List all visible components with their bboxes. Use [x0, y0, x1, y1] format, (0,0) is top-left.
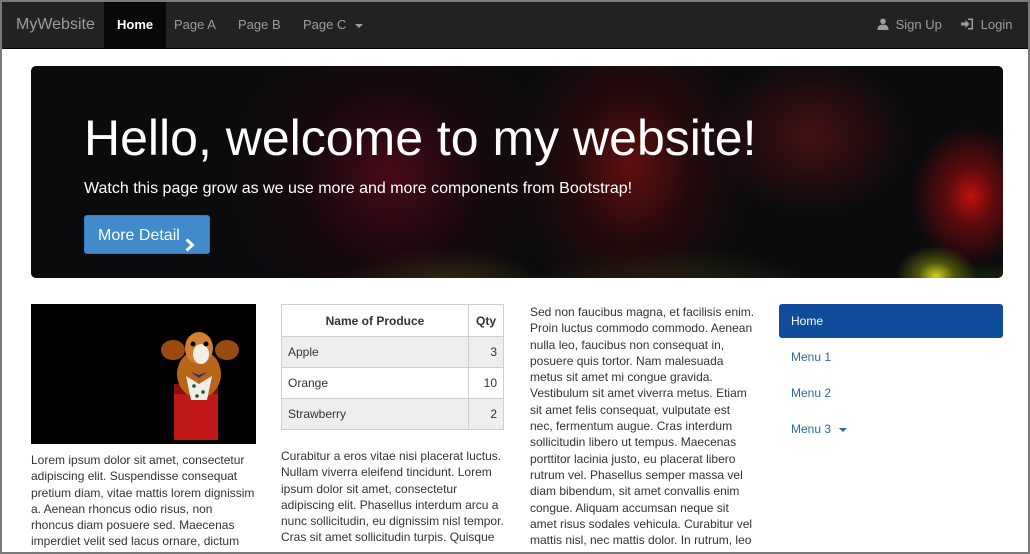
navbar: MyWebsite Home Page A Page B Page C Sign…	[2, 2, 1028, 49]
side-menu-item-menu-3[interactable]: Menu 3	[779, 412, 1003, 446]
nav-item-label: Page C	[303, 17, 347, 32]
caret-down-icon	[355, 23, 363, 28]
nav-item-login[interactable]: Login	[948, 2, 1025, 48]
hero-subtitle: Watch this page grow as we use more and …	[84, 180, 633, 197]
side-menu-label: Home	[791, 314, 824, 328]
browser-frame: MyWebsite Home Page A Page B Page C Sign…	[0, 0, 1030, 554]
produce-name-cell: Apple	[281, 336, 469, 368]
nav-item-page-a[interactable]: Page A	[161, 2, 229, 48]
nav-item-home[interactable]: Home	[104, 2, 167, 48]
produce-table: Name of Produce Qty Apple 3 Orange 10 St…	[281, 304, 504, 430]
side-menu-item-menu-1[interactable]: Menu 1	[779, 340, 1003, 374]
table-row: Strawberry 2	[281, 398, 504, 430]
toy-figure-image	[31, 304, 256, 444]
produce-name-cell: Orange	[281, 367, 469, 399]
table-header-row: Name of Produce Qty	[281, 304, 504, 337]
nav-item-label: Page B	[238, 17, 281, 32]
nav-item-label: Page A	[174, 17, 216, 32]
side-menu-label: Menu 2	[791, 386, 832, 400]
column2-text: Curabitur a eros vitae nisi placerat luc…	[281, 449, 504, 545]
nav-item-label: Sign Up	[895, 17, 942, 32]
brand-link[interactable]: MyWebsite	[16, 2, 95, 48]
side-menu-item-menu-2[interactable]: Menu 2	[779, 376, 1003, 410]
nav-item-sign-up[interactable]: Sign Up	[864, 2, 955, 48]
header-name-of-produce: Name of Produce	[281, 304, 469, 337]
thumbnail-image	[31, 304, 256, 444]
side-menu-label: Menu 3	[791, 422, 832, 436]
column3-text: Sed non faucibus magna, et facilisis eni…	[530, 305, 755, 548]
nav-item-label: Home	[117, 17, 154, 32]
produce-qty-cell: 10	[468, 367, 504, 399]
side-menu-item-home[interactable]: Home	[779, 304, 1003, 338]
table-row: Apple 3	[281, 336, 504, 368]
hero-title: Hello, welcome to my website!	[84, 110, 757, 166]
side-menu-label: Menu 1	[791, 350, 832, 364]
caret-down-icon	[839, 427, 848, 432]
side-menu: Home Menu 1 Menu 2 Menu 3	[779, 304, 1003, 448]
more-detail-label: More Detail	[98, 227, 180, 244]
more-detail-button[interactable]: More Detail	[84, 215, 210, 254]
login-icon	[961, 3, 974, 49]
column1-text: Lorem ipsum dolor sit amet, consectetur …	[31, 453, 255, 549]
nav-item-page-c[interactable]: Page C	[290, 2, 376, 48]
nav-item-label: Login	[980, 17, 1013, 32]
nav-item-page-b[interactable]: Page B	[225, 2, 294, 48]
header-qty: Qty	[468, 304, 504, 337]
produce-name-cell: Strawberry	[281, 398, 469, 430]
chevron-right-icon	[185, 228, 195, 267]
jumbotron: Hello, welcome to my website! Watch this…	[31, 66, 1003, 278]
user-icon	[877, 3, 889, 49]
table-row: Orange 10	[281, 367, 504, 399]
produce-qty-cell: 2	[468, 398, 504, 430]
produce-qty-cell: 3	[468, 336, 504, 368]
